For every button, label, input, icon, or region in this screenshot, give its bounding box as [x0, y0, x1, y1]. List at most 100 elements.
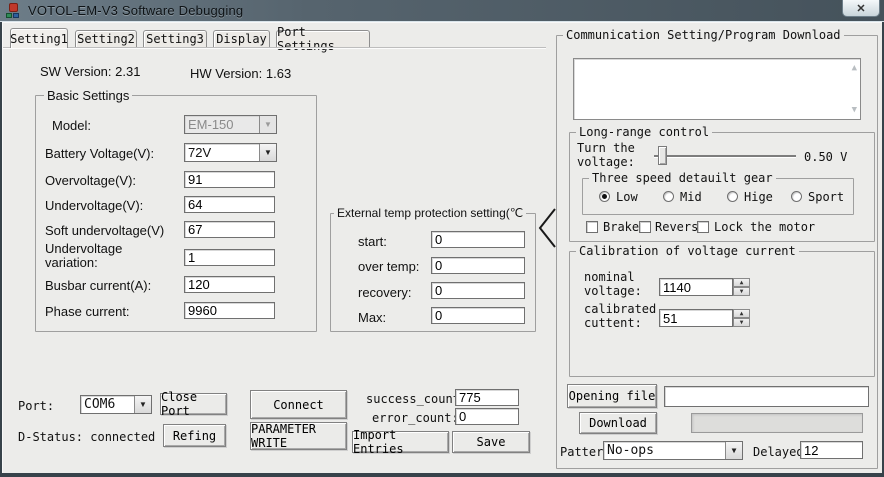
three-speed-title: Three speed detauilt gear: [589, 171, 776, 185]
close-icon: ✕: [856, 2, 865, 15]
port-label: Port:: [18, 399, 54, 413]
gear-sport-radio[interactable]: [791, 191, 802, 202]
collapse-chevron-icon[interactable]: [536, 206, 558, 250]
error-count-input[interactable]: [455, 408, 519, 425]
temp-recovery-input[interactable]: [431, 282, 525, 299]
nominal-voltage-label: nominal voltage:: [584, 270, 664, 298]
temp-over-input[interactable]: [431, 257, 525, 274]
soft-undervoltage-input[interactable]: [184, 221, 275, 238]
import-entries-button[interactable]: Import Entries: [352, 431, 449, 453]
gear-low-label: Low: [616, 190, 638, 204]
phase-current-label: Phase current:: [45, 304, 130, 319]
nominal-voltage-spinner[interactable]: ▲ ▼: [733, 278, 750, 296]
scroll-up-icon[interactable]: ▲: [852, 63, 857, 73]
gear-sport-label: Sport: [808, 190, 844, 204]
application-window: VOTOL-EM-V3 Software Debugging ✕ Setting…: [0, 0, 884, 477]
model-dropdown-icon: ▼: [259, 116, 276, 133]
pattern-dropdown-icon[interactable]: ▼: [725, 442, 742, 459]
opening-file-button[interactable]: Opening file: [567, 384, 657, 408]
success-count-input[interactable]: [455, 389, 519, 406]
battery-voltage-combobox[interactable]: 72V ▼: [184, 143, 277, 162]
connect-button[interactable]: Connect: [250, 390, 347, 419]
close-button[interactable]: ✕: [842, 0, 880, 17]
calibrated-current-spinner[interactable]: ▲ ▼: [733, 309, 750, 327]
download-button[interactable]: Download: [579, 412, 657, 434]
spin-down-icon[interactable]: ▼: [733, 318, 750, 327]
long-range-title: Long-range control: [576, 125, 712, 139]
gear-hige-radio[interactable]: [727, 191, 738, 202]
brake-label: Brake: [603, 220, 639, 234]
tab-setting2[interactable]: Setting2: [75, 30, 137, 47]
parameter-write-button[interactable]: PARAMETER WRITE: [250, 422, 347, 450]
phase-current-input[interactable]: [184, 302, 275, 319]
communication-title: Communication Setting/Program Download: [563, 28, 844, 42]
tab-port-settings[interactable]: Port Settings: [276, 30, 370, 47]
voltage-slider-track: [654, 155, 796, 157]
comm-log-textarea[interactable]: ▲ ▼: [573, 58, 861, 120]
soft-undervoltage-label: Soft undervoltage(V): [45, 223, 164, 238]
sw-version-value: 2.31: [115, 64, 140, 79]
overvoltage-label: Overvoltage(V):: [45, 173, 136, 188]
basic-settings-group: Basic Settings Model: EM-150 ▼ Battery V…: [35, 95, 317, 332]
tab-display[interactable]: Display: [213, 30, 270, 47]
battery-dropdown-icon[interactable]: ▼: [259, 144, 276, 161]
port-combobox[interactable]: COM6 ▼: [80, 395, 152, 414]
refing-button[interactable]: Refing: [163, 424, 226, 447]
undervoltage-variation-input[interactable]: [184, 249, 275, 266]
reverse-checkbox[interactable]: [639, 221, 651, 233]
app-icon: [6, 3, 21, 18]
lock-motor-checkbox[interactable]: [697, 221, 709, 233]
voltage-slider-thumb[interactable]: [658, 146, 667, 165]
long-range-group: Long-range control Turn the voltage: 0.5…: [569, 132, 875, 242]
temp-start-input[interactable]: [431, 231, 525, 248]
basic-settings-title: Basic Settings: [44, 88, 132, 103]
title-bar: VOTOL-EM-V3 Software Debugging ✕: [0, 0, 884, 22]
brake-checkbox[interactable]: [586, 221, 598, 233]
opening-file-path-input[interactable]: [664, 386, 869, 407]
reverse-label: Revers: [655, 220, 698, 234]
busbar-current-label: Busbar current(A):: [45, 278, 151, 293]
model-combobox: EM-150 ▼: [184, 115, 277, 134]
temp-recovery-label: recovery:: [358, 285, 411, 300]
busbar-current-input[interactable]: [184, 276, 275, 293]
gear-low-radio[interactable]: [599, 191, 610, 202]
dstatus-text: D-Status: connected: [18, 430, 155, 444]
spin-up-icon[interactable]: ▲: [733, 278, 750, 287]
model-label: Model:: [52, 118, 91, 133]
gear-mid-label: Mid: [680, 190, 702, 204]
scroll-down-icon[interactable]: ▼: [852, 105, 857, 115]
delayed-input[interactable]: [800, 441, 863, 459]
save-button[interactable]: Save: [452, 431, 530, 453]
sw-version-label: SW Version: 2.31: [40, 64, 140, 79]
download-progress-bar: [691, 413, 863, 433]
undervoltage-variation-label: Undervoltage variation:: [45, 242, 157, 270]
gear-hige-label: Hige: [744, 190, 773, 204]
temp-max-label: Max:: [358, 310, 386, 325]
calibrated-current-input[interactable]: [659, 309, 733, 327]
turn-voltage-label: Turn the voltage:: [577, 141, 653, 169]
tab-setting3[interactable]: Setting3: [143, 30, 207, 47]
close-port-button[interactable]: Close Port: [160, 393, 227, 415]
external-temp-title: External temp protection setting(℃: [334, 206, 526, 220]
nominal-voltage-input[interactable]: [659, 278, 733, 296]
communication-group: Communication Setting/Program Download ▲…: [556, 35, 878, 469]
undervoltage-label: Undervoltage(V):: [45, 198, 143, 213]
spin-down-icon[interactable]: ▼: [733, 287, 750, 296]
calibration-group: Calibration of voltage current nominal v…: [569, 251, 875, 377]
temp-start-label: start:: [358, 234, 387, 249]
spin-up-icon[interactable]: ▲: [733, 309, 750, 318]
undervoltage-input[interactable]: [184, 196, 275, 213]
voltage-slider-value: 0.50 V: [804, 150, 847, 164]
success-count-label: success_count:: [366, 392, 467, 406]
dialog-client-area: Setting1 Setting2 Setting3 Display Port …: [2, 22, 882, 473]
temp-max-input[interactable]: [431, 307, 525, 324]
tab-strip-divider: [3, 47, 546, 49]
temp-over-label: over temp:: [358, 259, 419, 274]
gear-mid-radio[interactable]: [663, 191, 674, 202]
external-temp-group: External temp protection setting(℃ start…: [330, 213, 536, 332]
overvoltage-input[interactable]: [184, 171, 275, 188]
port-dropdown-icon[interactable]: ▼: [134, 396, 151, 413]
calibration-title: Calibration of voltage current: [576, 244, 799, 258]
pattern-combobox[interactable]: No-ops ▼: [603, 441, 743, 460]
tab-setting1[interactable]: Setting1: [10, 28, 68, 48]
